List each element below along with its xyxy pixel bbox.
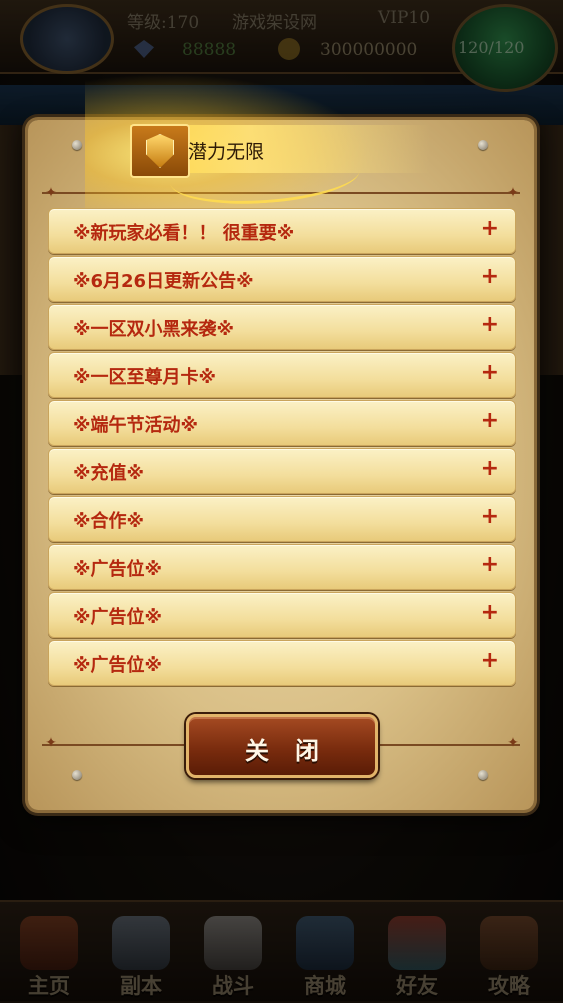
expand-icon: +: [480, 360, 499, 385]
ornament-icon: ✦: [507, 735, 519, 751]
ornament-icon: ✦: [45, 185, 57, 201]
expand-icon: +: [480, 456, 499, 481]
list-item-label: ※广告位※: [73, 559, 162, 580]
title-badge: [130, 124, 190, 178]
list-item[interactable]: ※新玩家必看！！ 很重要※ +: [48, 208, 516, 254]
close-button-label: 关闭: [245, 737, 345, 765]
expand-icon: +: [480, 312, 499, 337]
expand-icon: +: [480, 408, 499, 433]
pin-icon: [478, 140, 488, 150]
list-item[interactable]: ※广告位※ +: [48, 592, 516, 638]
dialog-title: 潜力无限: [188, 141, 265, 163]
list-item-label: ※广告位※: [73, 655, 162, 676]
close-button[interactable]: 关闭: [186, 714, 378, 778]
pin-icon: [478, 770, 488, 780]
ornament-icon: ✦: [45, 735, 57, 751]
list-item-label: ※一区至尊月卡※: [73, 367, 216, 388]
list-item-label: ※充值※: [73, 463, 144, 484]
list-item[interactable]: ※合作※ +: [48, 496, 516, 542]
list-item[interactable]: ※广告位※ +: [48, 544, 516, 590]
list-item[interactable]: ※广告位※ +: [48, 640, 516, 686]
pin-icon: [72, 770, 82, 780]
list-item-label: ※合作※: [73, 511, 144, 532]
list-item[interactable]: ※端午节活动※ +: [48, 400, 516, 446]
list-item[interactable]: ※一区至尊月卡※ +: [48, 352, 516, 398]
list-item-label: ※一区双小黑来袭※: [73, 319, 234, 340]
list-item-label: ※广告位※: [73, 607, 162, 628]
list-item-label: ※端午节活动※: [73, 415, 198, 436]
expand-icon: +: [480, 600, 499, 625]
expand-icon: +: [480, 264, 499, 289]
list-item[interactable]: ※一区双小黑来袭※ +: [48, 304, 516, 350]
pin-icon: [72, 140, 82, 150]
list-item[interactable]: ※6月26日更新公告※ +: [48, 256, 516, 302]
ornament-icon: ✦: [507, 185, 519, 201]
expand-icon: +: [480, 216, 499, 241]
medal-icon: [146, 134, 174, 168]
expand-icon: +: [480, 648, 499, 673]
list-item[interactable]: ※充值※ +: [48, 448, 516, 494]
expand-icon: +: [480, 552, 499, 577]
list-item-label: ※6月26日更新公告※: [73, 271, 254, 292]
list-item-label: ※新玩家必看！！ 很重要※: [73, 223, 295, 244]
expand-icon: +: [480, 504, 499, 529]
